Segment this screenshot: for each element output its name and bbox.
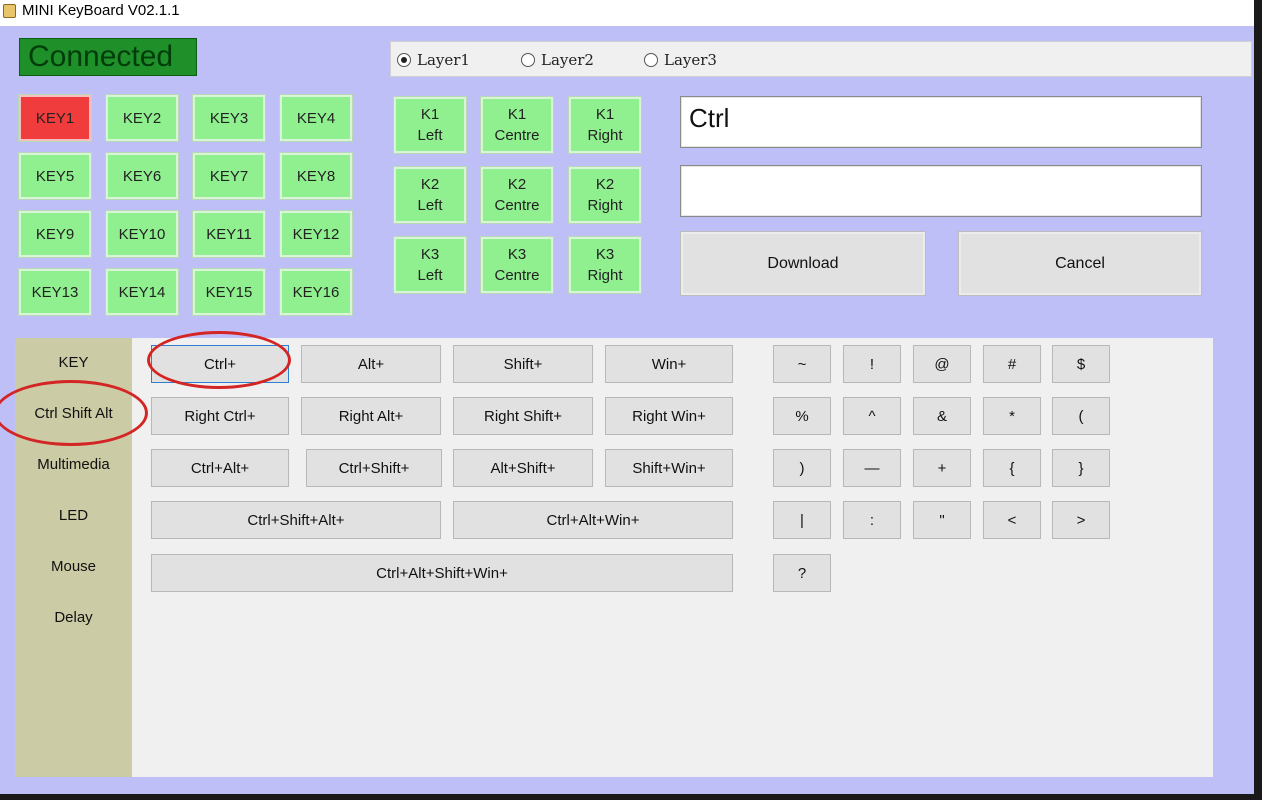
symbol-underscore-button[interactable]: —: [843, 449, 901, 487]
cancel-button[interactable]: Cancel: [958, 231, 1202, 296]
key-button[interactable]: KEY3: [192, 94, 266, 142]
highlight-ring-sidebar: [0, 380, 148, 446]
download-button[interactable]: Download: [680, 231, 926, 296]
key-button[interactable]: KEY1: [18, 94, 92, 142]
symbol-left-paren-button[interactable]: (: [1052, 397, 1110, 435]
symbol-question-button[interactable]: ?: [773, 554, 831, 592]
symbol-hash-button[interactable]: #: [983, 345, 1041, 383]
symbol-pipe-button[interactable]: |: [773, 501, 831, 539]
modifier-right-shift-button[interactable]: Right Shift+: [453, 397, 593, 435]
symbol-tilde-button[interactable]: ~: [773, 345, 831, 383]
modifier-ctrl-alt-button[interactable]: Ctrl+Alt+: [151, 449, 289, 487]
modifier-ctrl-shift-alt-button[interactable]: Ctrl+Shift+Alt+: [151, 501, 441, 539]
symbol-caret-button[interactable]: ^: [843, 397, 901, 435]
knob-button[interactable]: K1 Left: [393, 96, 467, 154]
key-button[interactable]: KEY4: [279, 94, 353, 142]
modifier-shift-win-button[interactable]: Shift+Win+: [605, 449, 733, 487]
key-button[interactable]: KEY16: [279, 268, 353, 316]
symbol-quote-button[interactable]: ": [913, 501, 971, 539]
layer-selector: Layer1 Layer2 Layer3: [390, 41, 1252, 77]
app-icon: [3, 4, 16, 18]
knob-button[interactable]: K1 Right: [568, 96, 642, 154]
knob-button[interactable]: K3 Centre: [480, 236, 554, 294]
key-button[interactable]: KEY13: [18, 268, 92, 316]
modifier-right-win-button[interactable]: Right Win+: [605, 397, 733, 435]
symbol-right-paren-button[interactable]: ): [773, 449, 831, 487]
connection-status: Connected: [19, 38, 197, 76]
symbol-less-than-button[interactable]: <: [983, 501, 1041, 539]
modifier-ctrl-alt-win-button[interactable]: Ctrl+Alt+Win+: [453, 501, 733, 539]
window-title: MINI KeyBoard V02.1.1: [22, 2, 180, 19]
secondary-input-field[interactable]: [680, 165, 1202, 217]
key-button[interactable]: KEY6: [105, 152, 179, 200]
title-bar: MINI KeyBoard V02.1.1: [0, 0, 1254, 26]
key-button[interactable]: KEY5: [18, 152, 92, 200]
key-button[interactable]: KEY10: [105, 210, 179, 258]
symbol-left-brace-button[interactable]: {: [983, 449, 1041, 487]
knob-button[interactable]: K1 Centre: [480, 96, 554, 154]
key-mapping-value: Ctrl: [689, 103, 730, 133]
knob-button[interactable]: K2 Right: [568, 166, 642, 224]
modifier-alt-shift-button[interactable]: Alt+Shift+: [453, 449, 593, 487]
symbol-percent-button[interactable]: %: [773, 397, 831, 435]
highlight-ring-ctrl: [147, 331, 291, 389]
sidebar-item-multimedia[interactable]: Multimedia: [15, 456, 132, 473]
modifier-alt-button[interactable]: Alt+: [301, 345, 441, 383]
symbol-exclamation-button[interactable]: !: [843, 345, 901, 383]
key-mapping-field[interactable]: Ctrl: [680, 96, 1202, 148]
knob-button[interactable]: K3 Left: [393, 236, 467, 294]
knob-button[interactable]: K3 Right: [568, 236, 642, 294]
knob-button[interactable]: K2 Centre: [480, 166, 554, 224]
symbol-colon-button[interactable]: :: [843, 501, 901, 539]
sidebar-item-mouse[interactable]: Mouse: [15, 558, 132, 575]
knob-button[interactable]: K2 Left: [393, 166, 467, 224]
sidebar-item-led[interactable]: LED: [15, 507, 132, 524]
symbol-right-brace-button[interactable]: }: [1052, 449, 1110, 487]
symbol-at-button[interactable]: @: [913, 345, 971, 383]
symbol-greater-than-button[interactable]: >: [1052, 501, 1110, 539]
key-button[interactable]: KEY11: [192, 210, 266, 258]
key-button[interactable]: KEY14: [105, 268, 179, 316]
sidebar-item-delay[interactable]: Delay: [15, 609, 132, 626]
symbol-plus-button[interactable]: +: [913, 449, 971, 487]
radio-empty-icon: [644, 53, 658, 67]
modifier-right-ctrl-button[interactable]: Right Ctrl+: [151, 397, 289, 435]
layer1-radio[interactable]: Layer1: [397, 51, 470, 69]
key-button[interactable]: KEY12: [279, 210, 353, 258]
key-button[interactable]: KEY2: [105, 94, 179, 142]
sidebar-item-key[interactable]: KEY: [15, 354, 132, 371]
radio-selected-icon: [397, 53, 411, 67]
layer3-radio[interactable]: Layer3: [644, 51, 717, 69]
key-button[interactable]: KEY15: [192, 268, 266, 316]
key-button[interactable]: KEY9: [18, 210, 92, 258]
modifier-right-alt-button[interactable]: Right Alt+: [301, 397, 441, 435]
modifier-win-button[interactable]: Win+: [605, 345, 733, 383]
symbol-dollar-button[interactable]: $: [1052, 345, 1110, 383]
modifier-ctrl-alt-shift-win-button[interactable]: Ctrl+Alt+Shift+Win+: [151, 554, 733, 592]
radio-empty-icon: [521, 53, 535, 67]
modifier-shift-button[interactable]: Shift+: [453, 345, 593, 383]
symbol-ampersand-button[interactable]: &: [913, 397, 971, 435]
key-button[interactable]: KEY8: [279, 152, 353, 200]
modifier-ctrl-shift-button[interactable]: Ctrl+Shift+: [306, 449, 442, 487]
key-button[interactable]: KEY7: [192, 152, 266, 200]
layer2-radio[interactable]: Layer2: [521, 51, 594, 69]
symbol-asterisk-button[interactable]: *: [983, 397, 1041, 435]
